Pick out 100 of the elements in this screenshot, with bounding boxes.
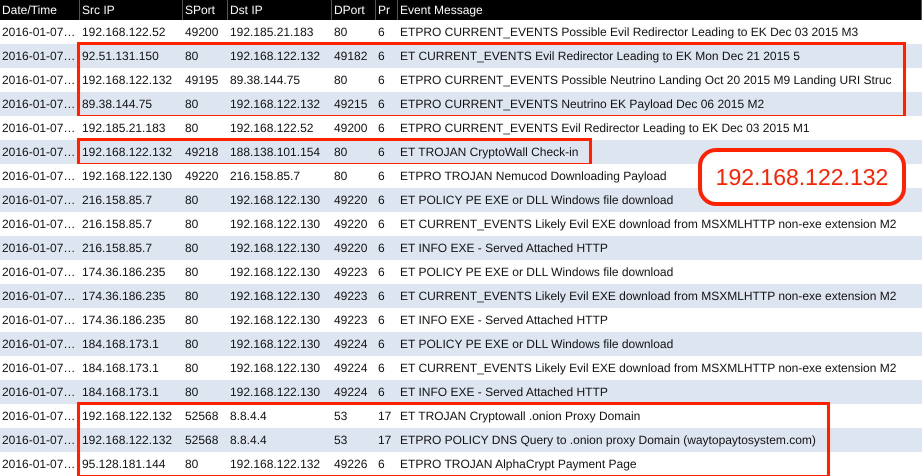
table-cell: 192.168.122.132 (82, 433, 172, 447)
table-cell: 6 (378, 217, 385, 231)
table-cell: 192.168.122.130 (230, 193, 320, 207)
table-cell: 49200 (185, 25, 218, 39)
table-cell: 53 (334, 433, 348, 447)
table-cell: 80 (185, 121, 198, 135)
table-cell: 192.168.122.132 (82, 409, 172, 423)
table-cell: 49215 (334, 97, 368, 111)
table-cell: 92.51.131.150 (82, 49, 159, 63)
table-cell: 192.168.122.130 (230, 265, 320, 279)
table-cell: 49224 (334, 361, 368, 375)
table-cell-text: 2016-01-07… (1, 48, 76, 65)
table-cell: 192.168.122.130 (230, 217, 320, 231)
table-cell: ET TROJAN CryptoWall Check-in (400, 145, 578, 159)
table-cell: 216.158.85.7 (82, 241, 152, 255)
table-cell: 89.38.144.75 (82, 97, 152, 111)
table-cell: 6 (378, 145, 385, 159)
table-cell: 6 (378, 361, 385, 375)
table-cell: 6 (378, 289, 385, 303)
table-cell-text: 2016-01-07… (1, 144, 76, 161)
table-cell: 184.168.173.1 (82, 337, 159, 351)
table-cell-text: 2016-01-07… (1, 120, 76, 137)
table-cell: ET INFO EXE - Served Attached HTTP (400, 385, 608, 399)
table-cell: ETPRO CURRENT_EVENTS Neutrino EK Payload Dec 06 2015 M2 (400, 97, 764, 111)
table-cell: 192.168.122.130 (230, 241, 320, 255)
table-cell: ET INFO EXE - Served Attached HTTP (400, 241, 608, 255)
table-cell: 216.158.85.7 (82, 193, 152, 207)
table-cell: 6 (378, 265, 385, 279)
table-cell: 80 (185, 313, 198, 327)
table-cell-text: 2016-01-07… (1, 288, 76, 305)
table-cell: ETPRO CURRENT_EVENTS Possible Neutrino Landing Oct 20 2015 M9 Landing URI Struc (400, 73, 892, 87)
table-cell-text: 2016-01-07… (1, 432, 76, 449)
table-cell: 49224 (334, 337, 368, 351)
table-cell: 192.168.122.130 (82, 169, 172, 183)
table-cell-text: 2016-01-07… (1, 216, 76, 233)
table-cell: 6 (378, 337, 385, 351)
table-cell: 89.38.144.75 (230, 73, 300, 87)
table-cell-text: 2016-01-07… (1, 240, 76, 257)
table-cell: 80 (185, 97, 198, 111)
table-cell: 49223 (334, 289, 368, 303)
table-cell: 6 (378, 313, 385, 327)
table-cell: 95.128.181.144 (82, 457, 166, 471)
table-cell: 192.168.122.52 (82, 25, 166, 39)
table-cell: ETPRO POLICY DNS Query to .onion proxy Domain (waytopaytosystem.com) (400, 433, 816, 447)
table-cell: 49223 (334, 265, 368, 279)
table-cell: 49223 (334, 313, 368, 327)
ip-callout-tooltip: 192.168.122.132 (698, 148, 906, 206)
table-cell-text: 2016-01-07… (1, 192, 76, 209)
table-cell: 192.168.122.132 (82, 145, 172, 159)
table-cell: 17 (378, 433, 392, 447)
table-cell: 49226 (334, 457, 368, 471)
table-cell: 6 (378, 241, 385, 255)
table-cell: 49195 (185, 73, 218, 87)
table-cell: 80 (185, 217, 198, 231)
table-cell: 52568 (185, 409, 218, 423)
table-cell: ET CURRENT_EVENTS Likely Evil EXE download from MSXMLHTTP non-exe extension M2 (400, 361, 896, 375)
table-cell: 192.185.21.183 (82, 121, 166, 135)
table-cell: 49220 (334, 193, 368, 207)
table-cell: 216.158.85.7 (82, 217, 152, 231)
table-cell: 6 (378, 97, 385, 111)
table-cell-text: 2016-01-07… (1, 336, 76, 353)
table-cell-text: 2016-01-07… (1, 168, 76, 185)
table-cell: 6 (378, 73, 385, 87)
table-cell-text: 2016-01-07… (1, 360, 76, 377)
table-cell: 80 (185, 385, 198, 399)
table-cell: 52568 (185, 433, 218, 447)
table-cell: 80 (334, 145, 348, 159)
table-cell: 192.168.122.130 (230, 385, 320, 399)
table-cell: 6 (378, 121, 385, 135)
table-cell: 6 (378, 49, 385, 63)
table-cell: ETPRO CURRENT_EVENTS Possible Evil Redirector Leading to EK Dec 03 2015 M3 (400, 25, 858, 39)
table-cell: ETPRO CURRENT_EVENTS Evil Redirector Leading to EK Dec 03 2015 M1 (400, 121, 810, 135)
table-cell-text: 2016-01-07… (1, 72, 76, 89)
table-cell: 49220 (334, 217, 368, 231)
table-cell: 80 (185, 337, 198, 351)
table-cell: 192.168.122.132 (230, 97, 320, 111)
table-cell-text: 2016-01-07… (1, 312, 76, 329)
table-cell: ETPRO TROJAN AlphaCrypt Payment Page (400, 457, 637, 471)
table-cell: 80 (185, 49, 198, 63)
table-cell: 8.8.4.4 (230, 409, 267, 423)
table-cell: ET INFO EXE - Served Attached HTTP (400, 313, 608, 327)
table-cell: 80 (185, 457, 198, 471)
table-cell: 80 (334, 73, 348, 87)
table-cell: 49182 (334, 49, 368, 63)
table-cell: 174.36.186.235 (82, 313, 166, 327)
table-cell: 80 (185, 361, 198, 375)
table-cell: 174.36.186.235 (82, 289, 166, 303)
table-cell: 192.168.122.130 (230, 361, 320, 375)
table-cell-text: 2016-01-07… (1, 456, 76, 473)
table-cell: ET POLICY PE EXE or DLL Windows file download (400, 265, 674, 279)
table-cell: 80 (334, 25, 348, 39)
table-cell: 80 (185, 241, 198, 255)
table-cell: ET POLICY PE EXE or DLL Windows file download (400, 193, 674, 207)
table-cell-text: 2016-01-07… (1, 408, 76, 425)
table-cell: 184.168.173.1 (82, 385, 159, 399)
table-cell: ETPRO TROJAN Nemucod Downloading Payload (400, 169, 667, 183)
table-cell: 174.36.186.235 (82, 265, 166, 279)
table-cell: ET POLICY PE EXE or DLL Windows file download (400, 337, 674, 351)
table-cell: 49220 (185, 169, 218, 183)
table-cell: ET CURRENT_EVENTS Likely Evil EXE download from MSXMLHTTP non-exe extension M2 (400, 289, 896, 303)
